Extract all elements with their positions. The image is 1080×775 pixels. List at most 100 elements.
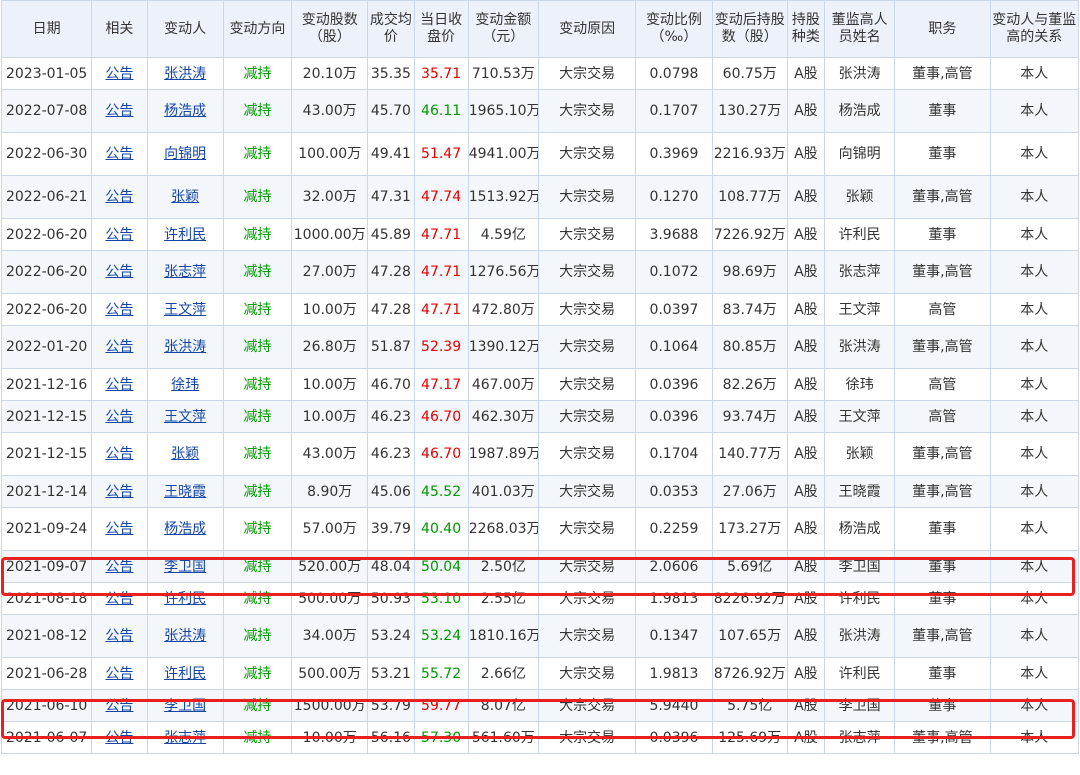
person-link[interactable]: 张洪涛 <box>164 339 206 355</box>
cell-date: 2021-09-24 <box>0 507 93 551</box>
person-link[interactable]: 杨浩成 <box>164 521 206 537</box>
announcement-link[interactable]: 公告 <box>105 66 133 82</box>
announcement-link[interactable]: 公告 <box>105 521 133 537</box>
announcement-link[interactable]: 公告 <box>105 103 133 119</box>
table-row: 2021-12-15 公告 王文萍 减持 10.00万 46.23 46.70 462.30万… <box>0 400 1080 433</box>
person-link-cell: 张颖 <box>146 175 224 219</box>
col-header-after-shares: 变动后持股数（股） <box>711 0 788 58</box>
person-link[interactable]: 许利民 <box>164 591 206 607</box>
announcement-link[interactable]: 公告 <box>105 559 133 575</box>
person-link[interactable]: 王文萍 <box>164 302 206 318</box>
cell-ratio: 0.0396 <box>635 368 713 401</box>
announcement-link[interactable]: 公告 <box>105 730 133 746</box>
person-link-cell: 张志萍 <box>146 250 224 294</box>
announcement-link[interactable]: 公告 <box>105 666 133 682</box>
cell-reason: 大宗交易 <box>537 689 637 722</box>
col-header-date[interactable]: 日期 <box>0 0 93 58</box>
cell-exec-name: 张洪涛 <box>823 57 896 90</box>
cell-ratio: 5.9440 <box>635 689 713 722</box>
person-link-cell: 许利民 <box>146 582 224 615</box>
cell-direction: 减持 <box>222 325 293 369</box>
cell-reason: 大宗交易 <box>537 721 637 754</box>
cell-exec-name: 张颖 <box>823 175 896 219</box>
person-link[interactable]: 王晓霞 <box>164 484 206 500</box>
cell-shares: 10.00万 <box>291 721 369 754</box>
cell-position: 高管 <box>894 400 991 433</box>
cell-date: 2021-06-28 <box>0 657 93 690</box>
person-link[interactable]: 张志萍 <box>164 730 206 746</box>
table-row: 2021-12-15 公告 张颖 减持 43.00万 46.23 46.70 1987.89万… <box>0 432 1080 476</box>
cell-after-shares: 5.69亿 <box>711 550 788 583</box>
cell-close-price: 55.72 <box>413 657 469 690</box>
table-row: 2022-06-20 公告 王文萍 减持 10.00万 47.28 47.71 472.80万… <box>0 293 1080 326</box>
announcement-link-cell: 公告 <box>91 293 148 326</box>
announcement-link[interactable]: 公告 <box>105 377 133 393</box>
person-link[interactable]: 李卫国 <box>164 698 206 714</box>
announcement-link[interactable]: 公告 <box>105 339 133 355</box>
announcement-link[interactable]: 公告 <box>105 227 133 243</box>
cell-date: 2021-12-15 <box>0 432 93 476</box>
announcement-link[interactable]: 公告 <box>105 698 133 714</box>
cell-relation: 本人 <box>989 475 1080 508</box>
cell-amount: 1276.56万 <box>467 250 539 294</box>
cell-exec-name: 王文萍 <box>823 400 896 433</box>
person-link[interactable]: 张志萍 <box>164 264 206 280</box>
announcement-link[interactable]: 公告 <box>105 628 133 644</box>
cell-after-shares: 5.75亿 <box>711 689 788 722</box>
cell-reason: 大宗交易 <box>537 250 637 294</box>
person-link[interactable]: 李卫国 <box>164 559 206 575</box>
person-link[interactable]: 许利民 <box>164 227 206 243</box>
cell-date: 2022-06-30 <box>0 132 93 176</box>
cell-position: 董事,高管 <box>894 614 991 658</box>
person-link[interactable]: 杨浩成 <box>164 103 206 119</box>
cell-shares: 32.00万 <box>291 175 369 219</box>
cell-position: 董事,高管 <box>894 250 991 294</box>
person-link[interactable]: 许利民 <box>164 666 206 682</box>
cell-exec-name: 许利民 <box>823 657 896 690</box>
person-link[interactable]: 张洪涛 <box>164 66 206 82</box>
cell-position: 董事,高管 <box>894 57 991 90</box>
person-link[interactable]: 徐玮 <box>171 377 199 393</box>
cell-ratio: 0.1072 <box>635 250 713 294</box>
cell-ratio: 0.0353 <box>635 475 713 508</box>
cell-ratio: 0.1347 <box>635 614 713 658</box>
person-link[interactable]: 张洪涛 <box>164 628 206 644</box>
col-header-avg-price: 成交均价 <box>367 0 415 58</box>
person-link[interactable]: 王文萍 <box>164 409 206 425</box>
announcement-link[interactable]: 公告 <box>105 302 133 318</box>
cell-avg-price: 49.41 <box>367 132 415 176</box>
announcement-link-cell: 公告 <box>91 368 148 401</box>
cell-relation: 本人 <box>989 689 1080 722</box>
announcement-link[interactable]: 公告 <box>105 446 133 462</box>
cell-reason: 大宗交易 <box>537 400 637 433</box>
person-link-cell: 徐玮 <box>146 368 224 401</box>
person-link[interactable]: 张颖 <box>171 189 199 205</box>
cell-avg-price: 47.28 <box>367 250 415 294</box>
cell-amount: 4.59亿 <box>467 218 539 251</box>
announcement-link[interactable]: 公告 <box>105 591 133 607</box>
announcement-link[interactable]: 公告 <box>105 484 133 500</box>
person-link[interactable]: 向锦明 <box>164 146 206 162</box>
cell-shares: 500.00万 <box>291 657 369 690</box>
cell-close-price: 35.71 <box>413 57 469 90</box>
cell-date: 2022-06-20 <box>0 250 93 294</box>
cell-date: 2022-06-21 <box>0 175 93 219</box>
announcement-link[interactable]: 公告 <box>105 409 133 425</box>
table-row: 2022-06-20 公告 张志萍 减持 27.00万 47.28 47.71 1276.56… <box>0 250 1080 294</box>
cell-close-price: 53.24 <box>413 614 469 658</box>
cell-after-shares: 107.65万 <box>711 614 788 658</box>
cell-ratio: 0.1707 <box>635 89 713 133</box>
announcement-link[interactable]: 公告 <box>105 264 133 280</box>
announcement-link[interactable]: 公告 <box>105 146 133 162</box>
announcement-link[interactable]: 公告 <box>105 189 133 205</box>
announcement-link-cell: 公告 <box>91 132 148 176</box>
announcement-link-cell: 公告 <box>91 400 148 433</box>
person-link[interactable]: 张颖 <box>171 446 199 462</box>
person-link-cell: 许利民 <box>146 218 224 251</box>
table-row: 2022-06-20 公告 许利民 减持 1000.00万 45.89 47.71 4.59亿… <box>0 218 1080 251</box>
cell-close-price: 46.70 <box>413 432 469 476</box>
cell-share-type: A股 <box>786 325 825 369</box>
cell-close-price: 47.71 <box>413 250 469 294</box>
cell-relation: 本人 <box>989 614 1080 658</box>
announcement-link-cell: 公告 <box>91 250 148 294</box>
